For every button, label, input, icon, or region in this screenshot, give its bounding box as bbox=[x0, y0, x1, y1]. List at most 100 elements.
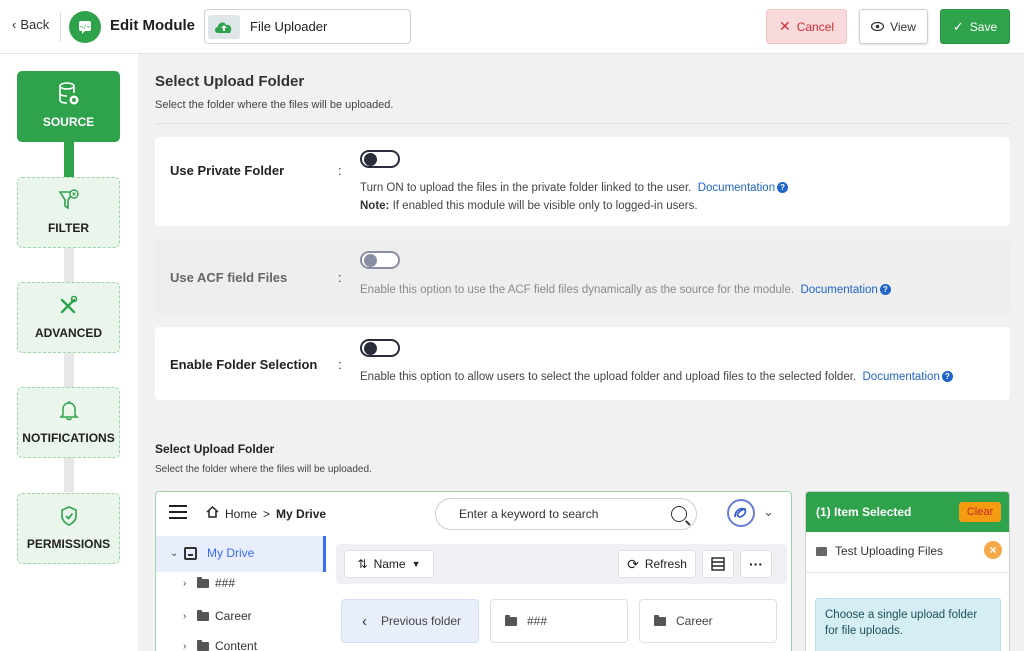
tile-label: Career bbox=[676, 614, 713, 628]
more-options-button[interactable]: ··· bbox=[740, 550, 772, 578]
help-icon[interactable]: ? bbox=[941, 371, 953, 383]
step-source[interactable]: SOURCE bbox=[17, 71, 120, 142]
step-connector bbox=[64, 352, 74, 387]
view-button[interactable]: View bbox=[859, 9, 928, 44]
tree-item-label: Career bbox=[215, 609, 252, 623]
bell-icon bbox=[58, 398, 80, 425]
option-note: Note: If enabled this module will be vis… bbox=[360, 200, 698, 212]
selected-item: Test Uploading Files bbox=[816, 544, 943, 558]
more-icon: ··· bbox=[749, 556, 763, 572]
folder-icon bbox=[197, 609, 209, 621]
toggle-knob bbox=[364, 342, 377, 355]
previous-folder-tile[interactable]: ‹ Previous folder bbox=[341, 599, 479, 643]
documentation-link[interactable]: Documentation bbox=[800, 284, 877, 296]
documentation-link[interactable]: Documentation bbox=[698, 182, 775, 194]
chevron-right-icon[interactable]: › bbox=[183, 641, 191, 651]
folder-tile-hash[interactable]: ### bbox=[490, 599, 628, 643]
step-label: PERMISSIONS bbox=[26, 537, 111, 551]
chevron-left-icon: ‹ bbox=[12, 17, 17, 32]
step-label: FILTER bbox=[47, 221, 90, 235]
view-label: View bbox=[890, 19, 916, 34]
refresh-button[interactable]: ⟳ Refresh bbox=[618, 550, 696, 578]
search-icon[interactable] bbox=[671, 506, 687, 522]
search-input[interactable] bbox=[459, 507, 659, 521]
save-button[interactable]: ✓ Save bbox=[940, 9, 1010, 44]
chevron-right-icon[interactable]: › bbox=[183, 578, 191, 589]
sort-label: Name bbox=[373, 557, 406, 571]
help-icon[interactable]: ? bbox=[777, 182, 789, 194]
top-bar: ‹ Back </> Edit Module ✕ Cancel View ✓ S… bbox=[0, 0, 1024, 54]
option-description: Turn ON to upload the files in the priva… bbox=[360, 182, 789, 194]
sort-button[interactable]: ⇅ Name ▼ bbox=[344, 550, 434, 578]
home-icon[interactable] bbox=[206, 505, 219, 521]
browser-toolbar: ⇅ Name ▼ ⟳ Refresh ··· bbox=[336, 544, 787, 584]
steps-sidebar: SOURCE FILTER ADVANCED NOTIFICATIONS PER… bbox=[0, 54, 138, 651]
option-label: Enable Folder Selection bbox=[170, 357, 318, 372]
description-text: Enable this option to allow users to sel… bbox=[360, 371, 857, 383]
account-avatar[interactable] bbox=[727, 499, 755, 527]
selected-count: (1) Item Selected bbox=[816, 505, 912, 519]
colon: : bbox=[338, 270, 342, 285]
folder-selection-toggle[interactable] bbox=[360, 339, 400, 357]
tree-item-content[interactable]: › Content bbox=[183, 639, 257, 651]
option-private-folder: Use Private Folder : Turn ON to upload t… bbox=[155, 137, 1010, 226]
step-advanced[interactable]: ADVANCED bbox=[17, 282, 120, 353]
folder-tile-career[interactable]: Career bbox=[639, 599, 777, 643]
option-description: Enable this option to use the ACF field … bbox=[360, 284, 891, 296]
colon: : bbox=[338, 163, 342, 178]
tree-item-my-drive[interactable]: ⌄ My Drive bbox=[170, 546, 254, 560]
sort-icon: ⇅ bbox=[357, 557, 368, 571]
remove-item-button[interactable]: × bbox=[984, 541, 1002, 559]
drive-icon bbox=[184, 546, 197, 560]
breadcrumb-home[interactable]: Home bbox=[225, 507, 257, 521]
section-title: Select Upload Folder bbox=[155, 73, 305, 90]
private-folder-toggle[interactable] bbox=[360, 150, 400, 168]
selected-items-panel: (1) Item Selected Clear Test Uploading F… bbox=[805, 491, 1010, 651]
tree-item-hash[interactable]: › ### bbox=[183, 576, 235, 590]
chevron-down-icon[interactable]: ⌄ bbox=[170, 548, 178, 559]
step-filter[interactable]: FILTER bbox=[17, 177, 120, 248]
tree-item-label: My Drive bbox=[207, 546, 255, 560]
module-name-input[interactable] bbox=[250, 19, 400, 34]
cancel-button[interactable]: ✕ Cancel bbox=[766, 9, 847, 44]
filter-icon bbox=[58, 188, 80, 215]
selected-item-label: Test Uploading Files bbox=[835, 544, 944, 558]
clear-button[interactable]: Clear bbox=[959, 502, 1001, 522]
chevron-right-icon[interactable]: › bbox=[183, 611, 191, 622]
help-icon[interactable]: ? bbox=[879, 284, 891, 296]
option-label: Use Private Folder bbox=[170, 163, 285, 178]
close-icon: ✕ bbox=[778, 18, 791, 34]
section-subtitle: Select the folder where the files will b… bbox=[155, 99, 394, 111]
shield-icon bbox=[58, 504, 80, 531]
step-notifications[interactable]: NOTIFICATIONS bbox=[17, 387, 120, 458]
step-label: NOTIFICATIONS bbox=[22, 431, 115, 445]
chevron-down-icon[interactable]: ⌄ bbox=[763, 504, 774, 520]
acf-field-toggle[interactable] bbox=[360, 251, 400, 269]
option-description: Enable this option to allow users to sel… bbox=[360, 371, 953, 383]
step-permissions[interactable]: PERMISSIONS bbox=[17, 493, 120, 564]
page-title: Edit Module bbox=[110, 17, 195, 34]
folder-section-title: Select Upload Folder bbox=[155, 442, 275, 456]
eye-icon bbox=[870, 20, 885, 34]
breadcrumb: Home > My Drive bbox=[206, 505, 326, 521]
note-text: If enabled this module will be visible o… bbox=[392, 200, 698, 212]
folder-icon bbox=[654, 614, 666, 626]
description-text: Turn ON to upload the files in the priva… bbox=[360, 182, 692, 194]
module-name-field[interactable] bbox=[204, 9, 411, 44]
description-text: Enable this option to use the ACF field … bbox=[360, 284, 795, 296]
option-label: Use ACF field Files bbox=[170, 270, 288, 285]
list-view-button[interactable] bbox=[702, 550, 734, 578]
documentation-link[interactable]: Documentation bbox=[863, 371, 940, 383]
note-prefix: Note: bbox=[360, 200, 390, 212]
step-label: SOURCE bbox=[42, 115, 95, 129]
toggle-knob bbox=[364, 153, 377, 166]
tile-label: Previous folder bbox=[381, 614, 462, 628]
back-button[interactable]: ‹ Back bbox=[12, 17, 49, 32]
search-box[interactable] bbox=[435, 498, 697, 530]
divider bbox=[806, 572, 1009, 573]
divider bbox=[155, 123, 1010, 124]
breadcrumb-current[interactable]: My Drive bbox=[276, 507, 326, 521]
tree-item-career[interactable]: › Career bbox=[183, 609, 252, 623]
menu-icon[interactable] bbox=[169, 505, 187, 519]
caret-down-icon: ▼ bbox=[411, 559, 421, 569]
